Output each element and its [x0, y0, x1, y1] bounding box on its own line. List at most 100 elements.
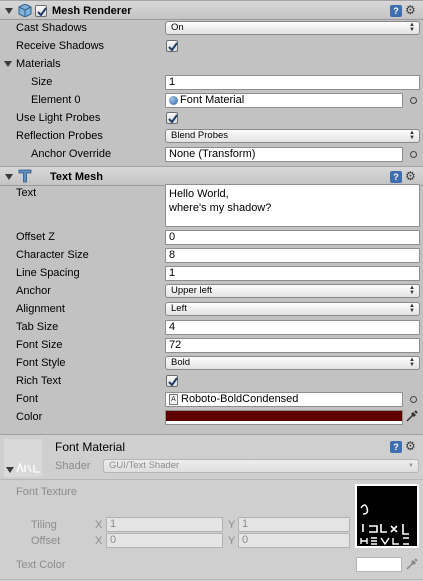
anchor-dropdown[interactable]: Upper left ▲ ▼	[165, 284, 420, 298]
rich-text-checkbox[interactable]	[166, 375, 178, 387]
color-row: Color	[0, 408, 423, 426]
font-glyph-preview	[16, 462, 40, 473]
offset-z-field[interactable]: 0	[165, 230, 420, 245]
offset-z-row: Offset Z 0	[0, 228, 423, 246]
alignment-dropdown[interactable]: Left ▲ ▼	[165, 302, 420, 316]
materials-row[interactable]: Materials	[0, 55, 423, 73]
cast-shadows-dropdown[interactable]: On ▲ ▼	[165, 21, 420, 35]
help-icon[interactable]: ?	[390, 441, 402, 453]
font-style-dropdown[interactable]: Bold ▲ ▼	[165, 356, 420, 370]
gear-icon[interactable]: ⚙	[405, 170, 416, 182]
text-mesh-icon	[18, 169, 32, 183]
material-section: Font Material ? ⚙ Shader GUI/Text Shader…	[0, 434, 423, 581]
chevron-down-icon: ▼	[408, 463, 414, 469]
foldout-arrow-icon[interactable]	[6, 467, 14, 473]
cast-shadows-row: Cast Shadows On ▲ ▼	[0, 19, 423, 37]
font-label: Font	[16, 393, 39, 405]
offset-y-field[interactable]: 0	[238, 533, 350, 548]
text-line-1: Hello World,	[169, 188, 229, 200]
text-mesh-header[interactable]: Text Mesh ? ⚙	[0, 166, 423, 186]
tab-size-field[interactable]: 4	[165, 320, 420, 335]
alignment-row: Alignment Left ▲ ▼	[0, 300, 423, 318]
line-spacing-field[interactable]: 1	[165, 266, 420, 281]
anchor-override-row: Anchor Override None (Transform)	[0, 145, 423, 163]
use-light-probes-label: Use Light Probes	[16, 112, 101, 124]
mesh-renderer-icon	[18, 3, 32, 18]
font-size-row: Font Size 72	[0, 336, 423, 354]
font-size-field[interactable]: 72	[165, 338, 420, 353]
tiling-x-field[interactable]: 1	[106, 517, 223, 532]
shader-label: Shader	[55, 460, 91, 472]
offset-y-label: Y	[228, 535, 236, 547]
mesh-renderer-title: Mesh Renderer	[52, 5, 132, 17]
alpha-bar	[166, 421, 402, 424]
material-sphere-icon	[169, 96, 178, 105]
line-spacing-label: Line Spacing	[16, 267, 80, 279]
shader-value: GUI/Text Shader	[109, 460, 180, 471]
anchor-override-field[interactable]: None (Transform)	[165, 147, 403, 162]
tab-size-row: Tab Size 4	[0, 318, 423, 336]
offset-label: Offset	[31, 535, 61, 547]
text-color-label: Text Color	[16, 559, 66, 571]
eyedropper-icon[interactable]	[405, 557, 419, 571]
offset-x-field[interactable]: 0	[106, 533, 223, 548]
materials-label: Materials	[16, 58, 61, 70]
receive-shadows-label: Receive Shadows	[16, 40, 105, 52]
font-object-field[interactable]: A Roboto-BoldCondensed	[165, 392, 403, 407]
object-picker-icon[interactable]	[410, 151, 417, 158]
gear-icon[interactable]: ⚙	[405, 4, 416, 16]
foldout-arrow-icon[interactable]	[5, 8, 13, 14]
character-size-label: Character Size	[16, 249, 89, 261]
font-style-value: Bold	[171, 357, 191, 368]
shader-dropdown[interactable]: GUI/Text Shader ▼	[103, 459, 419, 473]
reflection-probes-dropdown[interactable]: Blend Probes ▲ ▼	[165, 129, 420, 143]
offset-x-label: X	[95, 535, 103, 547]
gear-icon[interactable]: ⚙	[405, 440, 416, 452]
color-swatch[interactable]	[165, 410, 403, 425]
font-object-value: Roboto-BoldCondensed	[181, 393, 299, 405]
material-object-field[interactable]: Font Material	[165, 93, 403, 108]
reflection-probes-label: Reflection Probes	[16, 130, 103, 142]
tiling-y-field[interactable]: 1	[238, 517, 350, 532]
tiling-x-label: X	[95, 519, 103, 531]
chevron-updown-icon: ▲ ▼	[409, 303, 415, 314]
text-color-swatch[interactable]	[356, 557, 402, 572]
font-asset-icon: A	[169, 394, 178, 405]
use-light-probes-checkbox[interactable]	[166, 112, 178, 124]
material-object-value: Font Material	[180, 94, 245, 106]
divider	[0, 579, 423, 580]
materials-size-label: Size	[31, 76, 53, 88]
character-size-field[interactable]: 8	[165, 248, 420, 263]
help-icon[interactable]: ?	[390, 5, 402, 17]
chevron-updown-icon: ▲ ▼	[409, 22, 415, 33]
text-label: Text	[16, 187, 37, 199]
font-style-row: Font Style Bold ▲ ▼	[0, 354, 423, 372]
checkmark-icon	[168, 42, 178, 52]
receive-shadows-checkbox[interactable]	[166, 40, 178, 52]
chevron-updown-icon: ▲ ▼	[409, 130, 415, 141]
foldout-arrow-icon[interactable]	[4, 61, 12, 67]
anchor-label: Anchor	[16, 285, 51, 297]
material-title: Font Material	[55, 440, 126, 454]
materials-size-field[interactable]: 1	[165, 75, 420, 90]
font-texture-slot[interactable]	[355, 484, 419, 548]
eyedropper-icon[interactable]	[405, 409, 419, 423]
reflection-probes-row: Reflection Probes Blend Probes ▲ ▼	[0, 127, 423, 145]
materials-size-row: Size 1	[0, 73, 423, 91]
mesh-renderer-enabled-checkbox[interactable]	[35, 5, 47, 17]
character-size-row: Character Size 8	[0, 246, 423, 264]
checkmark-icon	[37, 7, 47, 17]
tiling-y-label: Y	[228, 519, 236, 531]
object-picker-icon[interactable]	[410, 97, 417, 104]
receive-shadows-row: Receive Shadows	[0, 37, 423, 55]
object-picker-icon[interactable]	[410, 396, 417, 403]
help-icon[interactable]: ?	[390, 171, 402, 183]
text-area[interactable]: Hello World, where's my shadow?	[165, 184, 420, 227]
reflection-probes-value: Blend Probes	[171, 130, 229, 141]
mesh-renderer-header[interactable]: Mesh Renderer ? ⚙	[0, 0, 423, 20]
use-light-probes-row: Use Light Probes	[0, 109, 423, 127]
foldout-arrow-icon[interactable]	[5, 174, 13, 180]
anchor-row: Anchor Upper left ▲ ▼	[0, 282, 423, 300]
text-mesh-title: Text Mesh	[50, 171, 103, 183]
offset-z-label: Offset Z	[16, 231, 55, 243]
